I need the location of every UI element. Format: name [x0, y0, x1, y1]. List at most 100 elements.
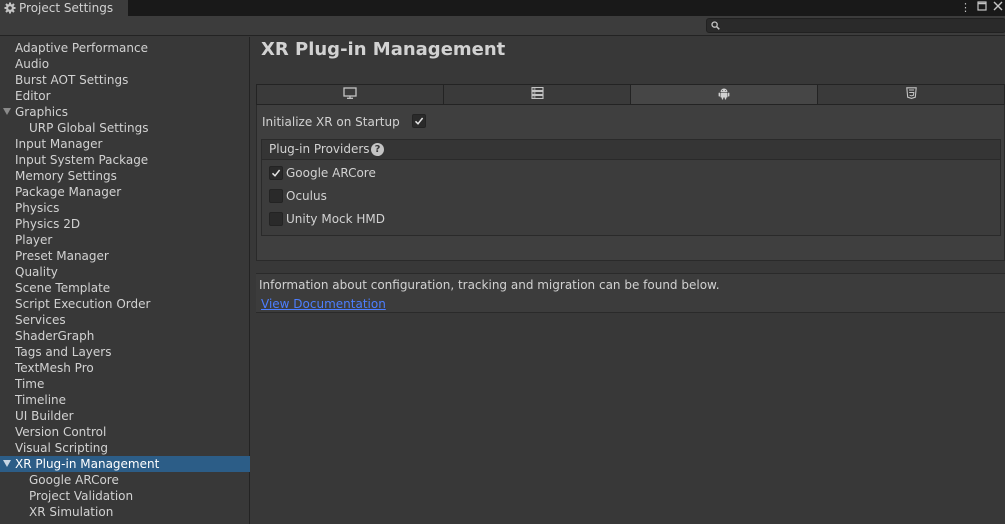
- sidebar-item-label: Script Execution Order: [15, 297, 151, 311]
- info-text: Information about configuration, trackin…: [259, 278, 720, 292]
- sidebar-item-time[interactable]: Time: [0, 376, 250, 392]
- sidebar-item-label: URP Global Settings: [29, 121, 149, 135]
- project-settings-tab[interactable]: Project Settings: [0, 0, 128, 16]
- gear-icon: [4, 2, 16, 14]
- close-icon[interactable]: [993, 0, 1003, 16]
- sidebar-item-editor[interactable]: Editor: [0, 88, 250, 104]
- sidebar-item-shadergraph[interactable]: ShaderGraph: [0, 328, 250, 344]
- sidebar-item-visual-scripting[interactable]: Visual Scripting: [0, 440, 250, 456]
- tab-title: Project Settings: [19, 1, 114, 15]
- sidebar-item-physics[interactable]: Physics: [0, 200, 250, 216]
- sidebar-item-label: Graphics: [15, 105, 68, 119]
- sidebar-item-preset-manager[interactable]: Preset Manager: [0, 248, 250, 264]
- sidebar-item-graphics[interactable]: Graphics: [0, 104, 250, 120]
- sidebar-item-label: Package Manager: [15, 185, 122, 199]
- sidebar-item-timeline[interactable]: Timeline: [0, 392, 250, 408]
- android-settings-panel: Initialize XR on Startup Plug-in Provide…: [256, 105, 1005, 261]
- more-options-icon[interactable]: ⋮: [960, 0, 971, 16]
- sidebar-item-label: ShaderGraph: [15, 329, 95, 343]
- provider-label: Unity Mock HMD: [286, 212, 386, 226]
- sidebar-item-script-execution-order[interactable]: Script Execution Order: [0, 296, 250, 312]
- sidebar-item-label: XR Plug-in Management: [15, 457, 160, 471]
- sidebar-item-input-manager[interactable]: Input Manager: [0, 136, 250, 152]
- sidebar-item-label: Memory Settings: [15, 169, 117, 183]
- plugin-providers-header: Plug-in Providers ?: [262, 140, 1000, 160]
- provider-checkbox-unity-mock-hmd[interactable]: [269, 212, 283, 226]
- sidebar-item-label: TextMesh Pro: [15, 361, 94, 375]
- sidebar-item-quality[interactable]: Quality: [0, 264, 250, 280]
- maximize-icon[interactable]: [977, 0, 987, 16]
- provider-label: Oculus: [286, 189, 327, 203]
- sidebar-item-label: Tags and Layers: [15, 345, 112, 359]
- sidebar-item-xr-simulation[interactable]: XR Simulation: [0, 504, 250, 520]
- server-icon: [530, 86, 544, 102]
- provider-checkbox-oculus[interactable]: [269, 189, 283, 203]
- sidebar-item-memory-settings[interactable]: Memory Settings: [0, 168, 250, 184]
- sidebar-item-input-system-package[interactable]: Input System Package: [0, 152, 250, 168]
- android-icon: [718, 87, 730, 103]
- sidebar-item-urp-global-settings[interactable]: URP Global Settings: [0, 120, 250, 136]
- init-xr-checkbox[interactable]: [412, 114, 426, 128]
- provider-label: Google ARCore: [286, 166, 376, 180]
- sidebar-item-label: Project Validation: [29, 489, 134, 503]
- sidebar-item-physics-2d[interactable]: Physics 2D: [0, 216, 250, 232]
- sidebar-item-label: Timeline: [15, 393, 67, 407]
- sidebar-item-label: Burst AOT Settings: [15, 73, 129, 87]
- main-panel: XR Plug-in Management Initialize XR on S…: [251, 37, 1005, 524]
- html5-icon: [905, 87, 917, 102]
- expand-arrow-icon[interactable]: [3, 460, 11, 467]
- sidebar-item-label: Visual Scripting: [15, 441, 108, 455]
- desktop-icon: [343, 87, 357, 102]
- sidebar-item-tags-and-layers[interactable]: Tags and Layers: [0, 344, 250, 360]
- provider-checkbox-google-arcore[interactable]: [269, 166, 283, 180]
- settings-sidebar: Adaptive Performance Audio Burst AOT Setti…: [0, 37, 250, 524]
- sidebar-item-label: Input System Package: [15, 153, 149, 167]
- sidebar-item-label: Physics 2D: [15, 217, 81, 231]
- sidebar-item-scene-template[interactable]: Scene Template: [0, 280, 250, 296]
- sidebar-item-label: UI Builder: [15, 409, 74, 423]
- sidebar-item-burst-aot-settings[interactable]: Burst AOT Settings: [0, 72, 250, 88]
- sidebar-item-label: Audio: [15, 57, 50, 71]
- window-tab-strip: Project Settings ⋮: [0, 0, 1005, 16]
- sidebar-item-package-manager[interactable]: Package Manager: [0, 184, 250, 200]
- sidebar-item-label: Services: [15, 313, 66, 327]
- page-title: XR Plug-in Management: [261, 39, 506, 60]
- toolbar: [0, 16, 1005, 36]
- sidebar-item-label: Quality: [15, 265, 58, 279]
- sidebar-item-audio[interactable]: Audio: [0, 56, 250, 72]
- help-icon[interactable]: ?: [371, 143, 384, 156]
- sidebar-item-label: XR Simulation: [29, 505, 114, 519]
- sidebar-item-label: Version Control: [15, 425, 107, 439]
- sidebar-item-label: Google ARCore: [29, 473, 119, 487]
- expand-arrow-icon[interactable]: [3, 108, 11, 115]
- sidebar-item-textmesh-pro[interactable]: TextMesh Pro: [0, 360, 250, 376]
- sidebar-item-project-validation[interactable]: Project Validation: [0, 488, 250, 504]
- sidebar-item-label: Physics: [15, 201, 60, 215]
- sidebar-item-google-arcore[interactable]: Google ARCore: [0, 472, 250, 488]
- sidebar-item-xr-plug-in-management[interactable]: XR Plug-in Management: [0, 456, 250, 472]
- sidebar-item-adaptive-performance[interactable]: Adaptive Performance: [0, 40, 250, 56]
- tab-dedicated-server[interactable]: [444, 85, 631, 104]
- sidebar-item-label: Player: [15, 233, 53, 247]
- sidebar-item-label: Scene Template: [15, 281, 111, 295]
- init-xr-label: Initialize XR on Startup: [262, 115, 400, 129]
- sidebar-item-player[interactable]: Player: [0, 232, 250, 248]
- sidebar-item-label: Time: [15, 377, 45, 391]
- sidebar-item-services[interactable]: Services: [0, 312, 250, 328]
- info-box: Information about configuration, trackin…: [256, 273, 1005, 313]
- sidebar-item-label: Editor: [15, 89, 51, 103]
- view-documentation-link[interactable]: View Documentation: [261, 296, 386, 312]
- search-input[interactable]: [706, 18, 1005, 33]
- plugin-providers-box: Plug-in Providers ? Google ARCore Oculus U…: [261, 139, 1001, 236]
- sidebar-item-label: Adaptive Performance: [15, 41, 148, 55]
- tab-standalone[interactable]: [257, 85, 444, 104]
- window-controls: ⋮: [960, 0, 1005, 16]
- tab-android[interactable]: [631, 85, 818, 104]
- tab-webgl[interactable]: [818, 85, 1004, 104]
- sidebar-item-label: Input Manager: [15, 137, 103, 151]
- platform-tabs: [256, 84, 1005, 105]
- sidebar-item-label: Preset Manager: [15, 249, 109, 263]
- sidebar-item-version-control[interactable]: Version Control: [0, 424, 250, 440]
- plugin-providers-title: Plug-in Providers: [269, 142, 370, 156]
- sidebar-item-ui-builder[interactable]: UI Builder: [0, 408, 250, 424]
